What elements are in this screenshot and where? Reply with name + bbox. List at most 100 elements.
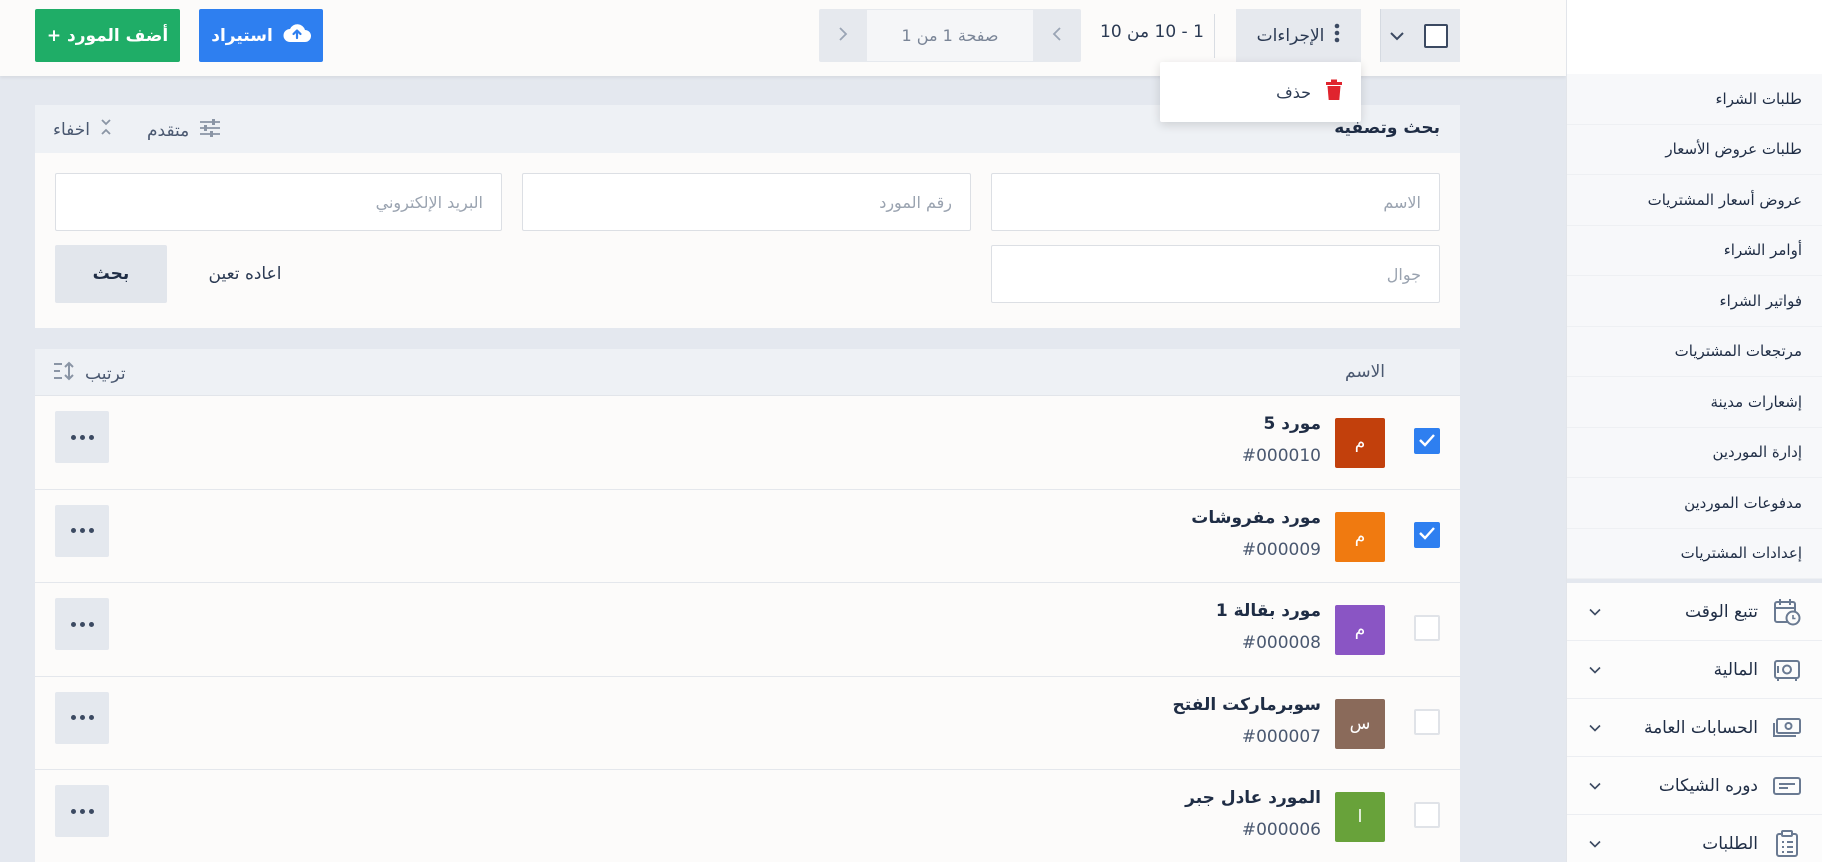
calendar-clock-icon bbox=[1772, 597, 1802, 627]
list-item[interactable]: م مورد مفروشات #000009 bbox=[35, 489, 1460, 583]
row-more-button[interactable] bbox=[55, 504, 109, 557]
supplier-name[interactable]: سوبرماركت الفتح bbox=[1173, 695, 1321, 715]
sidebar-item-time-tracking[interactable]: تتبع الوقت bbox=[1567, 583, 1822, 641]
list-item[interactable]: م مورد بقالة 1 #000008 bbox=[35, 583, 1460, 677]
list-item[interactable]: س سوبرماركت الفتح #000007 bbox=[35, 676, 1460, 770]
kebab-icon bbox=[1334, 23, 1340, 48]
search-button[interactable]: بحث bbox=[55, 245, 167, 303]
supplier-code: #000009 bbox=[1241, 539, 1321, 560]
trash-icon bbox=[1325, 79, 1343, 105]
chevron-down-icon bbox=[1587, 836, 1603, 852]
sidebar-top bbox=[1567, 0, 1822, 74]
divider bbox=[1214, 14, 1215, 58]
money-icon bbox=[1772, 713, 1802, 743]
sidebar-item-purchase-quotes[interactable]: عروض أسعار المشتريات bbox=[1567, 175, 1822, 226]
cloud-upload-icon bbox=[283, 23, 311, 48]
row-more-button[interactable] bbox=[55, 598, 109, 650]
clipboard-icon bbox=[1772, 829, 1802, 859]
suppliers-list: الاسم ترتيب م مورد 5 #000010 م مورد مفرو… bbox=[35, 349, 1460, 862]
list-rows: م مورد 5 #000010 م مورد مفروشات #000009 … bbox=[35, 396, 1460, 862]
sort-label: ترتيب bbox=[85, 363, 126, 384]
sidebar-item-label: الحسابات العامة bbox=[1643, 717, 1758, 738]
hide-label: اخفاء bbox=[53, 119, 91, 140]
row-more-button[interactable] bbox=[55, 411, 109, 463]
sidebar-item-purchase-returns[interactable]: مرتجعات المشتريات bbox=[1567, 326, 1822, 377]
sidebar-item-label: دوره الشيكات bbox=[1658, 775, 1758, 796]
pagination: صفحة 1 من 1 bbox=[819, 9, 1081, 62]
mobile-input[interactable]: جوال bbox=[991, 245, 1440, 303]
select-all-checkbox[interactable] bbox=[1424, 23, 1448, 48]
avatar: ا bbox=[1335, 792, 1385, 842]
advanced-label: متقدم bbox=[147, 120, 190, 141]
sidebar-item-label: المالية bbox=[1713, 659, 1758, 680]
sidebar-item-debit-notes[interactable]: إشعارات مدينة bbox=[1567, 377, 1822, 428]
email-input[interactable]: البريد الإلكتروني bbox=[55, 173, 502, 231]
sidebar-item-checks-cycle[interactable]: دوره الشيكات bbox=[1567, 757, 1822, 815]
chevron-right-icon bbox=[838, 25, 848, 46]
checkmark-icon bbox=[1418, 525, 1436, 544]
supplier-code: #000010 bbox=[1241, 446, 1321, 466]
collapse-icon bbox=[100, 118, 112, 141]
row-more-button[interactable] bbox=[55, 691, 109, 744]
supplier-name[interactable]: مورد 5 bbox=[1264, 414, 1321, 434]
select-all-wrapper bbox=[1412, 9, 1460, 62]
add-supplier-button[interactable]: + أضف المورد bbox=[35, 9, 180, 62]
sidebar-item-general-accounts[interactable]: الحسابات العامة bbox=[1567, 699, 1822, 757]
sidebar-item-rfq[interactable]: طلبات عروض الأسعار bbox=[1567, 124, 1822, 175]
prev-page-button[interactable] bbox=[1033, 9, 1081, 62]
sidebar-item-orders[interactable]: الطلبات bbox=[1567, 815, 1822, 862]
sidebar-item-purchase-invoices[interactable]: فواتير الشراء bbox=[1567, 276, 1822, 327]
name-input[interactable]: الاسم bbox=[991, 173, 1440, 231]
supplier-name[interactable]: مورد مفروشات bbox=[1191, 508, 1321, 528]
chevron-down-icon bbox=[1389, 26, 1404, 45]
row-more-button[interactable] bbox=[55, 785, 109, 837]
bulk-select bbox=[1380, 9, 1460, 62]
name-column-header: الاسم bbox=[1345, 362, 1385, 382]
delete-menu-item[interactable]: حذف bbox=[1276, 83, 1311, 102]
sidebar-item-finance[interactable]: المالية bbox=[1567, 641, 1822, 699]
sidebar-item-purchase-orders[interactable]: أوامر الشراء bbox=[1567, 225, 1822, 276]
checkmark-icon bbox=[1418, 432, 1436, 451]
list-header: الاسم ترتيب bbox=[35, 349, 1460, 396]
sidebar-item-label: الطلبات bbox=[1702, 833, 1758, 854]
bulk-select-dropdown[interactable] bbox=[1380, 9, 1412, 62]
chevron-down-icon bbox=[1587, 720, 1603, 736]
row-checkbox[interactable] bbox=[1414, 802, 1440, 828]
actions-button[interactable]: الإجراءات bbox=[1236, 9, 1361, 62]
sidebar-item-purchase-settings[interactable]: إعدادات المشتريات bbox=[1567, 528, 1822, 579]
hide-panel-toggle[interactable]: اخفاء bbox=[53, 118, 112, 141]
sidebar-item-supplier-management[interactable]: إدارة الموردين bbox=[1567, 427, 1822, 478]
chevron-down-icon bbox=[1587, 778, 1603, 794]
actions-dropdown-menu: حذف bbox=[1160, 62, 1361, 122]
check-card-icon bbox=[1772, 771, 1802, 801]
sidebar-item-label: تتبع الوقت bbox=[1685, 601, 1758, 622]
sort-button[interactable]: ترتيب bbox=[53, 361, 126, 386]
sidebar-item-purchase-requests[interactable]: طلبات الشراء bbox=[1567, 74, 1822, 125]
avatar: م bbox=[1335, 605, 1385, 655]
list-item[interactable]: ا المورد عادل جبر #000006 bbox=[35, 770, 1460, 862]
advanced-search-toggle[interactable]: متقدم bbox=[147, 118, 221, 143]
search-filter-panel: بحث وتصفيه متقدم اخفاء الاسم رقم المورد … bbox=[35, 105, 1460, 328]
row-checkbox[interactable] bbox=[1414, 521, 1440, 548]
supplier-number-input[interactable]: رقم المورد bbox=[522, 173, 971, 231]
row-checkbox[interactable] bbox=[1414, 615, 1440, 641]
chevron-left-icon bbox=[1052, 25, 1062, 46]
supplier-code: #000008 bbox=[1241, 633, 1321, 653]
sort-icon bbox=[53, 361, 77, 386]
supplier-name[interactable]: مورد بقالة 1 bbox=[1216, 601, 1321, 621]
avatar: م bbox=[1335, 511, 1385, 562]
sliders-icon bbox=[199, 118, 221, 143]
next-page-button[interactable] bbox=[819, 9, 867, 62]
row-checkbox[interactable] bbox=[1414, 428, 1440, 454]
chevron-down-icon bbox=[1587, 604, 1603, 620]
supplier-name[interactable]: المورد عادل جبر bbox=[1185, 788, 1321, 808]
reset-button[interactable]: اعاده تعين bbox=[185, 245, 305, 303]
safe-icon bbox=[1772, 655, 1802, 685]
chevron-down-icon bbox=[1587, 662, 1603, 678]
actions-label: الإجراءات bbox=[1256, 25, 1325, 46]
import-button[interactable]: استيراد bbox=[199, 9, 323, 62]
avatar: س bbox=[1335, 698, 1385, 749]
sidebar-item-supplier-payments[interactable]: مدفوعات الموردين bbox=[1567, 478, 1822, 529]
row-checkbox[interactable] bbox=[1414, 708, 1440, 735]
list-item[interactable]: م مورد 5 #000010 bbox=[35, 396, 1460, 490]
